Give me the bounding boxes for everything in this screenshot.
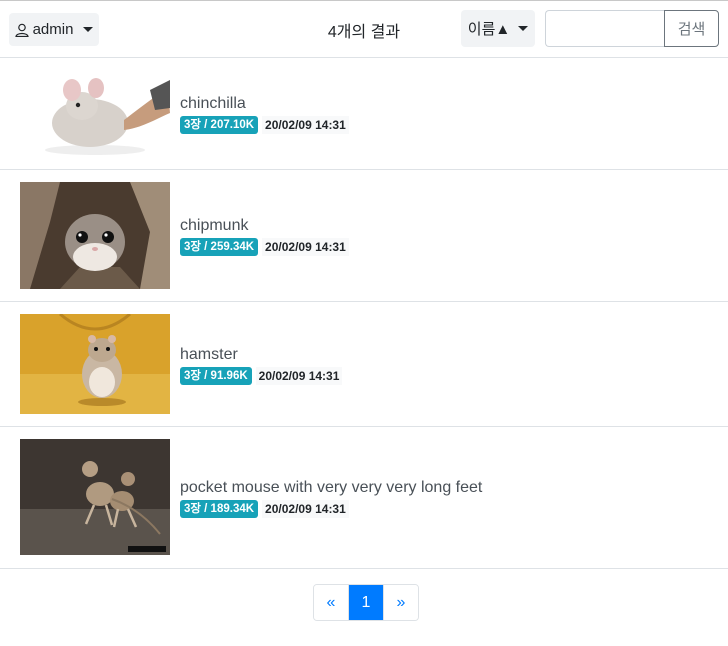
- list-item-text: chipmunk 3장 / 259.34K 20/02/09 14:31: [180, 216, 349, 256]
- pagination-page-current[interactable]: 1: [348, 585, 383, 620]
- list-item[interactable]: chinchilla 3장 / 207.10K 20/02/09 14:31: [0, 58, 728, 170]
- item-meta: 3장 / 207.10K 20/02/09 14:31: [180, 116, 349, 134]
- pagination: « 1 »: [313, 584, 419, 621]
- pagination-next[interactable]: »: [383, 585, 418, 620]
- item-title[interactable]: hamster: [180, 345, 342, 364]
- item-date: 20/02/09 14:31: [262, 238, 349, 256]
- item-date: 20/02/09 14:31: [262, 500, 349, 518]
- list-item[interactable]: pocket mouse with very very very long fe…: [0, 427, 728, 569]
- pagination-prev[interactable]: «: [314, 585, 348, 620]
- thumbnail-chinchilla[interactable]: [20, 68, 170, 158]
- list-item-text: pocket mouse with very very very long fe…: [180, 478, 482, 518]
- list-item[interactable]: chipmunk 3장 / 259.34K 20/02/09 14:31: [0, 170, 728, 302]
- sort-label: 이름▲: [467, 21, 511, 38]
- size-badge: 3장 / 259.34K: [180, 238, 259, 256]
- item-title[interactable]: pocket mouse with very very very long fe…: [180, 478, 482, 497]
- chevron-down-icon: [518, 26, 529, 31]
- toolbar: admin 4개의 결과 이름▲ 검색: [0, 1, 728, 58]
- list-item[interactable]: hamster 3장 / 91.96K 20/02/09 14:31: [0, 302, 728, 427]
- item-meta: 3장 / 259.34K 20/02/09 14:31: [180, 238, 349, 256]
- size-badge: 3장 / 91.96K: [180, 367, 252, 385]
- thumbnail-chipmunk[interactable]: [20, 182, 170, 289]
- size-badge: 3장 / 189.34K: [180, 500, 259, 518]
- chevron-down-icon: [83, 27, 94, 32]
- item-meta: 3장 / 91.96K 20/02/09 14:31: [180, 367, 343, 385]
- search-input[interactable]: [545, 10, 665, 47]
- size-badge: 3장 / 207.10K: [180, 116, 259, 134]
- item-meta: 3장 / 189.34K 20/02/09 14:31: [180, 500, 482, 518]
- sort-dropdown[interactable]: 이름▲: [461, 10, 535, 47]
- thumbnail-pocket-mouse[interactable]: [20, 439, 170, 555]
- user-menu-button[interactable]: admin: [9, 13, 99, 46]
- item-date: 20/02/09 14:31: [262, 116, 349, 134]
- user-icon: [14, 23, 29, 37]
- list-item-text: chinchilla 3장 / 207.10K 20/02/09 14:31: [180, 94, 349, 134]
- user-menu-label: admin: [32, 21, 74, 38]
- item-date: 20/02/09 14:31: [255, 367, 343, 385]
- item-title[interactable]: chinchilla: [180, 94, 349, 113]
- thumbnail-hamster[interactable]: [20, 314, 170, 414]
- result-count: 4개의 결과: [327, 24, 401, 41]
- list-item-text: hamster 3장 / 91.96K 20/02/09 14:31: [180, 345, 343, 385]
- search-button[interactable]: 검색: [664, 10, 719, 47]
- item-title[interactable]: chipmunk: [180, 216, 349, 235]
